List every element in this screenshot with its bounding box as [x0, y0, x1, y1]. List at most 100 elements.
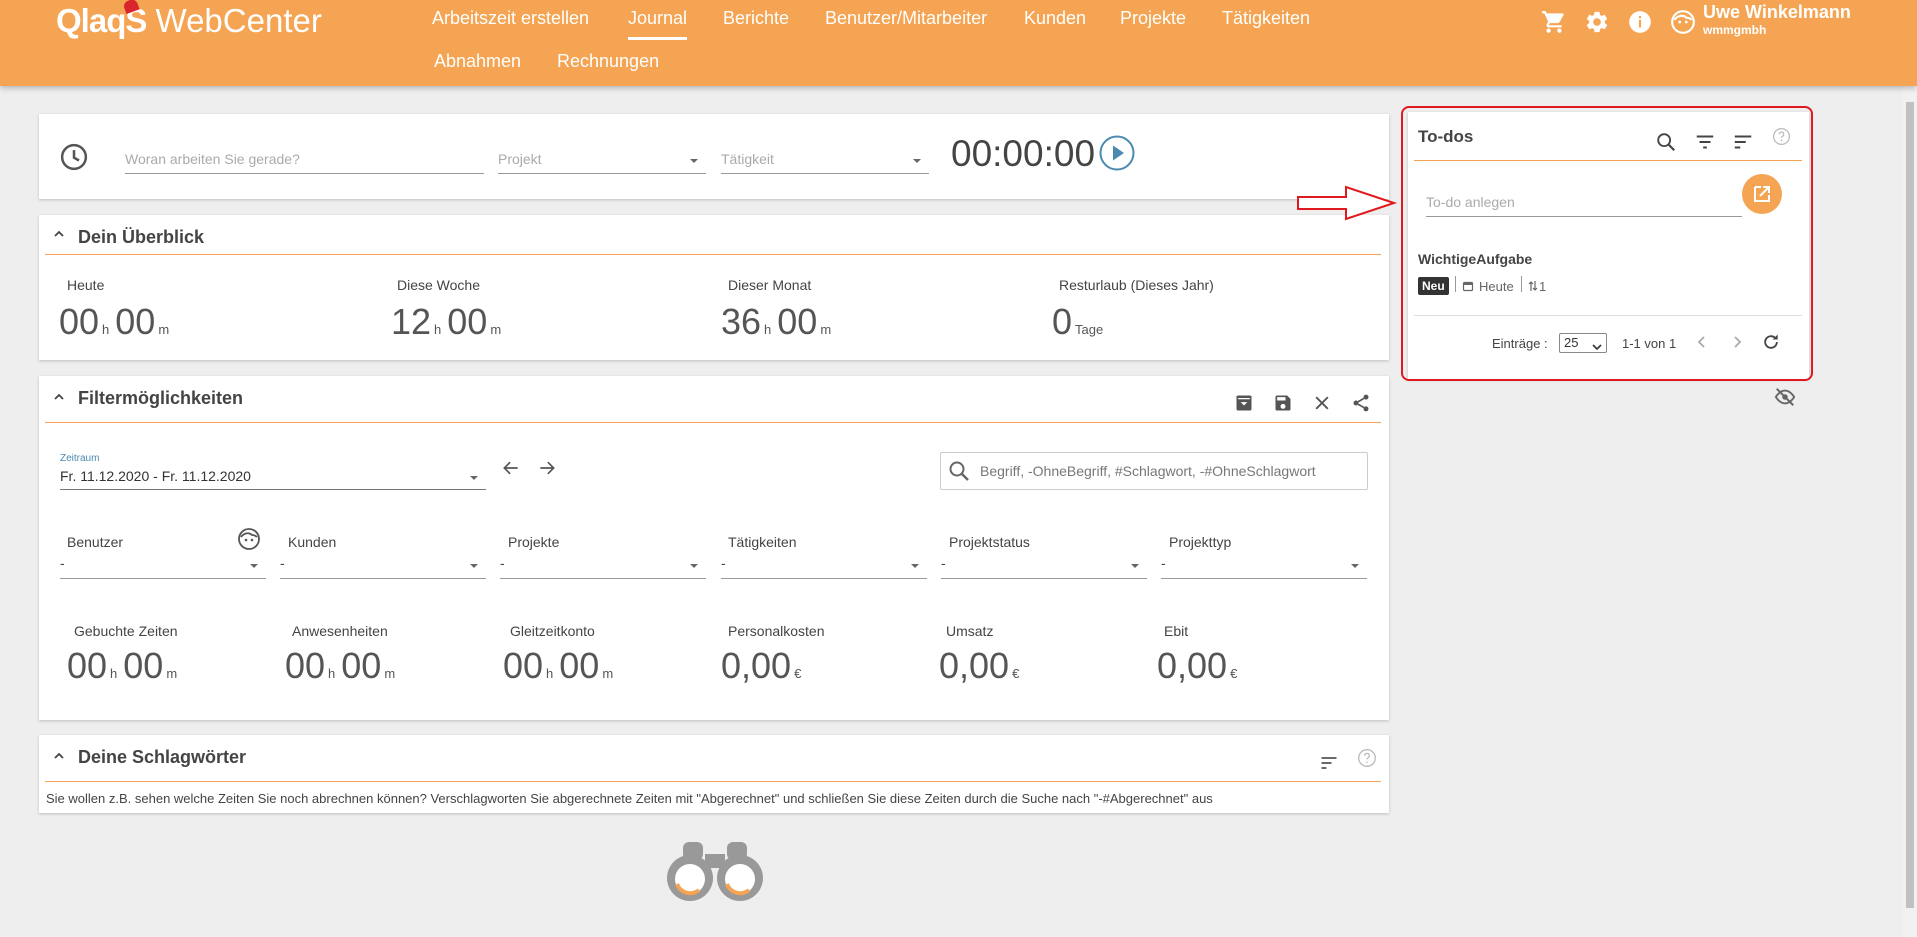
collapse-chevron-icon[interactable] [53, 390, 65, 408]
stat-monat-minutes: 00 [777, 301, 818, 342]
stat-gleitzeit-minutes: 00 [559, 645, 600, 686]
unit-tage: Tage [1075, 322, 1104, 337]
stat-heute-hours: 00 [59, 301, 100, 342]
stat-woche-hours: 12 [391, 301, 432, 342]
select-projektstatus-label: Projektstatus [949, 534, 1030, 550]
stat-personalkosten-value: 0,00 € [721, 645, 807, 687]
project-select-placeholder: Projekt [498, 151, 542, 167]
select-benutzer-field[interactable]: - [60, 555, 266, 579]
nav-rechnungen[interactable]: Rechnungen [557, 51, 659, 72]
stat-anwesenheiten-minutes: 00 [341, 645, 382, 686]
eye-off-icon[interactable] [1774, 386, 1796, 413]
filter-title: Filtermöglichkeiten [78, 388, 244, 408]
cart-icon[interactable] [1541, 9, 1567, 35]
info-icon[interactable] [1627, 9, 1653, 35]
stat-heute-label: Heute [67, 277, 105, 293]
select-taetigkeiten-label: Tätigkeiten [728, 534, 797, 550]
nav-arbeitszeit-erstellen[interactable]: Arbeitszeit erstellen [432, 8, 589, 29]
nav-taetigkeiten[interactable]: Tätigkeiten [1222, 8, 1310, 29]
select-taetigkeiten-field[interactable]: - [721, 555, 927, 579]
filter-search-input[interactable]: Begriff, -OhneBegriff, #Schlagwort, -#Oh… [940, 452, 1368, 490]
tags-title: Deine Schlagwörter [78, 747, 247, 767]
chevron-down-icon [913, 159, 921, 163]
select-benutzer-label: Benutzer [67, 534, 124, 550]
stat-monat-hours: 36 [721, 301, 762, 342]
stat-resturlaub-number: 0 [1052, 301, 1073, 342]
share-icon[interactable] [1351, 393, 1371, 418]
help-icon[interactable] [1357, 748, 1377, 773]
stat-personalkosten-label: Personalkosten [728, 623, 825, 639]
chevron-down-icon [690, 564, 698, 568]
period-value: Fr. 11.12.2020 - Fr. 11.12.2020 [60, 468, 251, 484]
unit-h: h [546, 666, 554, 681]
stat-woche-minutes: 00 [447, 301, 488, 342]
nav-abnahmen[interactable]: Abnahmen [434, 51, 521, 72]
collapse-chevron-icon[interactable] [53, 749, 65, 767]
select-kunden-field[interactable]: - [280, 555, 486, 579]
stat-umsatz-label: Umsatz [946, 623, 994, 639]
filter-card: Filtermöglichkeiten Zeitraum Fr. 11.12.2… [39, 376, 1389, 720]
nav-berichte[interactable]: Berichte [723, 8, 789, 29]
nav-kunden[interactable]: Kunden [1024, 8, 1086, 29]
activity-select[interactable]: Tätigkeit [721, 151, 929, 174]
annotation-arrow-icon [1296, 185, 1398, 226]
user-face-icon[interactable] [237, 527, 261, 556]
filter-search-placeholder: Begriff, -OhneBegriff, #Schlagwort, -#Oh… [980, 463, 1316, 479]
stat-heute-minutes: 00 [115, 301, 156, 342]
select-projekte-label: Projekte [508, 534, 560, 550]
overview-divider [45, 254, 1381, 255]
nav-journal[interactable]: Journal [628, 8, 688, 40]
filter-divider [45, 422, 1381, 423]
scrollbar-thumb[interactable] [1906, 102, 1914, 908]
arrow-right-icon[interactable] [537, 458, 557, 483]
play-button[interactable] [1099, 135, 1135, 176]
unit-euro: € [1012, 666, 1020, 681]
user-name[interactable]: Uwe Winkelmann [1703, 2, 1851, 23]
stat-gebucht-label: Gebuchte Zeiten [74, 623, 178, 639]
stat-ebit-number: 0,00 [1157, 645, 1228, 686]
select-projekttyp-field[interactable]: - [1161, 555, 1367, 579]
nav-benutzer-mitarbeiter[interactable]: Benutzer/Mitarbeiter [825, 8, 987, 29]
sort-icon[interactable] [1319, 753, 1339, 778]
stat-anwesenheiten-value: 00 h 00 m [285, 645, 401, 687]
chevron-down-icon [911, 564, 919, 568]
activity-select-placeholder: Tätigkeit [721, 151, 774, 167]
stat-gebucht-minutes: 00 [123, 645, 164, 686]
arrow-left-icon[interactable] [501, 458, 521, 483]
unit-m: m [166, 666, 178, 681]
app-logo[interactable]: QlaqS WebCenter [56, 0, 322, 40]
chevron-down-icon [1131, 564, 1139, 568]
unit-m: m [384, 666, 396, 681]
stat-umsatz-value: 0,00 € [939, 645, 1025, 687]
nav-projekte[interactable]: Projekte [1120, 8, 1186, 29]
stat-umsatz-number: 0,00 [939, 645, 1010, 686]
select-projekttyp-value: - [1161, 555, 1166, 571]
select-projekte-field[interactable]: - [500, 555, 706, 579]
stat-resturlaub-label: Resturlaub (Dieses Jahr) [1059, 277, 1214, 293]
archive-icon[interactable] [1234, 393, 1254, 418]
project-select[interactable]: Projekt [498, 151, 706, 174]
page-scrollbar[interactable] [1903, 86, 1917, 937]
chevron-down-icon [470, 476, 478, 480]
unit-h: h [102, 322, 110, 337]
unit-m: m [158, 322, 170, 337]
stat-gleitzeit-label: Gleitzeitkonto [510, 623, 595, 639]
user-avatar-icon[interactable] [1670, 9, 1696, 35]
highlight-frame [1401, 106, 1813, 381]
unit-m: m [602, 666, 614, 681]
close-icon[interactable] [1312, 393, 1332, 418]
stat-woche-value: 12 h 00 m [391, 301, 507, 343]
select-projektstatus-field[interactable]: - [941, 555, 1147, 579]
stat-gleitzeit-value: 00 h 00 m [503, 645, 619, 687]
task-input[interactable]: Woran arbeiten Sie gerade? [125, 151, 484, 174]
tags-card: Deine Schlagwörter Sie wollen z.B. sehen… [39, 735, 1389, 813]
chevron-down-icon [250, 564, 258, 568]
stat-personalkosten-number: 0,00 [721, 645, 792, 686]
select-projektstatus-value: - [941, 555, 946, 571]
unit-h: h [110, 666, 118, 681]
stat-woche-label: Diese Woche [397, 277, 481, 293]
period-select[interactable]: Fr. 11.12.2020 - Fr. 11.12.2020 [60, 468, 486, 490]
save-icon[interactable] [1273, 393, 1293, 418]
gear-icon[interactable] [1584, 9, 1610, 35]
collapse-chevron-icon[interactable] [53, 227, 65, 245]
